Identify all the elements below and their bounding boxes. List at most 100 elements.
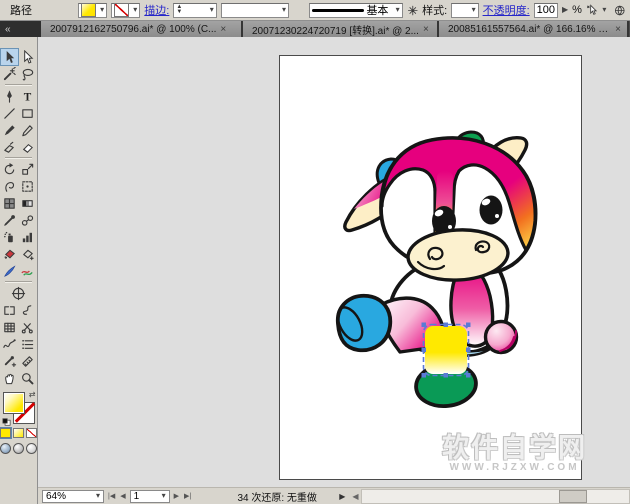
opacity-panel-link[interactable]: 不透明度: bbox=[483, 2, 530, 18]
none-mode-button[interactable] bbox=[26, 428, 37, 438]
type-tool[interactable]: T bbox=[19, 88, 36, 104]
symbol-sprayer-tool[interactable] bbox=[1, 229, 18, 245]
measure-tool[interactable] bbox=[1, 353, 18, 369]
stroke-color-dropdown[interactable]: ▾ bbox=[111, 3, 140, 18]
eyedropper-tool[interactable] bbox=[1, 212, 18, 228]
rotate-view-tool[interactable] bbox=[10, 285, 27, 301]
stroke-panel-link[interactable]: 描边: bbox=[144, 2, 169, 18]
squiggle-chart-tool[interactable] bbox=[1, 336, 18, 352]
opacity-popup-icon[interactable]: ▶ bbox=[562, 6, 568, 14]
tab-label: 2007912162750796.ai* @ 100% (C... bbox=[50, 24, 216, 35]
scrollbar-thumb[interactable] bbox=[559, 490, 587, 503]
slice-selection-tool[interactable] bbox=[19, 302, 36, 318]
squiggle-icon bbox=[2, 337, 17, 352]
default-fill-stroke-icon[interactable] bbox=[2, 418, 11, 426]
close-icon[interactable]: × bbox=[423, 24, 429, 35]
align-list-tool[interactable] bbox=[19, 336, 36, 352]
rectangle-tool[interactable] bbox=[19, 105, 36, 121]
free-transform-tool[interactable] bbox=[19, 178, 36, 194]
fill-proxy-swatch[interactable] bbox=[3, 392, 25, 414]
scroll-left-icon[interactable]: ◀ bbox=[350, 492, 360, 501]
paint-bucket-icon bbox=[2, 247, 17, 262]
hand-tool[interactable] bbox=[1, 370, 18, 386]
live-paint-bucket-tool[interactable] bbox=[1, 246, 18, 262]
stroke-none-swatch-icon bbox=[114, 3, 129, 17]
graphic-style-combo[interactable]: ▾ bbox=[451, 3, 478, 18]
paintbrush-tool[interactable] bbox=[1, 122, 18, 138]
document-tab-1[interactable]: 2007912162750796.ai* @ 100% (C... × bbox=[41, 21, 243, 37]
live-paint-selection-tool[interactable] bbox=[19, 246, 36, 262]
close-icon[interactable]: × bbox=[220, 24, 226, 35]
spray-can-icon bbox=[2, 230, 17, 245]
document-canvas[interactable]: 软件自学网 WWW.RJZXW.COM bbox=[38, 37, 630, 487]
stroke-weight-combo[interactable]: ▲ ▼ ▾ bbox=[173, 3, 216, 18]
hand-icon bbox=[2, 371, 17, 386]
selection-tool[interactable] bbox=[1, 49, 18, 65]
spinner-down-icon[interactable]: ▼ bbox=[176, 10, 182, 15]
brush-stroke-preview-icon bbox=[312, 9, 364, 12]
pencil-tool[interactable] bbox=[19, 122, 36, 138]
knife-tool[interactable] bbox=[1, 263, 18, 279]
paint-selection-icon bbox=[20, 247, 35, 262]
screen-mode-fullscreen-button[interactable] bbox=[26, 443, 37, 454]
selection-arrow-icon bbox=[2, 50, 17, 65]
pen-tool[interactable] bbox=[1, 88, 18, 104]
screen-mode-fullscreen-menu-button[interactable] bbox=[13, 443, 24, 454]
lasso-tool[interactable] bbox=[19, 66, 36, 82]
ruler-tool[interactable] bbox=[19, 353, 36, 369]
direct-selection-tool[interactable] bbox=[19, 49, 36, 65]
horizontal-scrollbar[interactable]: ◀ bbox=[350, 488, 630, 504]
cow-illustration bbox=[280, 56, 581, 479]
magic-wand-tool[interactable] bbox=[1, 66, 18, 82]
column-graph-tool[interactable] bbox=[19, 229, 36, 245]
control-bar: 路径 ▾ ▾ 描边: ▲ ▼ ▾ ▾ 基本 ▾ 样式: ▾ 不透明度: 100 … bbox=[0, 0, 630, 21]
percent-sign: % bbox=[572, 4, 582, 16]
close-icon[interactable]: × bbox=[615, 24, 621, 35]
line-segment-tool[interactable] bbox=[1, 105, 18, 121]
warp-tool[interactable] bbox=[1, 178, 18, 194]
rotate-icon bbox=[2, 162, 17, 177]
eyedropper-plus-icon bbox=[2, 354, 17, 369]
scissors-tool[interactable] bbox=[19, 319, 36, 335]
document-tab-2[interactable]: 20071230224720719 [转换].ai* @ 2... × bbox=[243, 21, 439, 37]
select-similar-icon[interactable] bbox=[586, 3, 598, 17]
dock-collapse-button[interactable]: « bbox=[0, 21, 41, 37]
stroke-weight-spinner[interactable]: ▲ ▼ bbox=[176, 5, 182, 15]
zoom-level-combo[interactable]: 64% ▾ bbox=[42, 490, 104, 503]
type-icon: T bbox=[20, 89, 35, 104]
document-tab-3[interactable]: 20085161557564.ai* @ 166.16% (C... × bbox=[439, 21, 629, 37]
first-page-button[interactable]: |◀ bbox=[107, 492, 116, 500]
status-flyout-icon[interactable]: ▶ bbox=[339, 492, 345, 501]
blend-tool[interactable] bbox=[19, 212, 36, 228]
fill-color-dropdown[interactable]: ▾ bbox=[78, 3, 107, 18]
color-mode-button[interactable] bbox=[0, 428, 11, 438]
page-number-combo[interactable]: 1 ▾ bbox=[130, 490, 170, 503]
zoom-tool[interactable] bbox=[19, 370, 36, 386]
variable-width-profile-combo[interactable]: ▾ bbox=[221, 3, 289, 18]
swap-fill-stroke-icon[interactable]: ⇄ bbox=[29, 390, 36, 399]
next-page-button[interactable]: ▶ bbox=[173, 492, 180, 500]
prev-page-button[interactable]: ◀ bbox=[119, 492, 126, 500]
rotate-tool[interactable] bbox=[1, 161, 18, 177]
chevron-down-icon[interactable]: ▾ bbox=[602, 6, 606, 14]
table-grid-tool[interactable] bbox=[1, 319, 18, 335]
bridge-globe-icon[interactable] bbox=[614, 4, 626, 17]
scrollbar-track[interactable] bbox=[361, 489, 630, 504]
brush-definition-combo[interactable]: 基本 ▾ bbox=[309, 3, 402, 18]
last-page-button[interactable]: ▶| bbox=[183, 492, 192, 500]
rectangle-icon bbox=[20, 106, 35, 121]
reshape-tool[interactable] bbox=[19, 263, 36, 279]
gradient-mode-button[interactable] bbox=[13, 428, 24, 438]
eraser-tool[interactable] bbox=[19, 139, 36, 155]
blob-brush-icon bbox=[2, 140, 17, 155]
screen-mode-normal-button[interactable] bbox=[0, 443, 11, 454]
recolor-artwork-icon[interactable] bbox=[407, 4, 419, 17]
gradient-tool[interactable] bbox=[19, 195, 36, 211]
chevron-down-icon: ▾ bbox=[100, 6, 104, 14]
slice-tool[interactable] bbox=[1, 302, 18, 318]
mesh-tool[interactable] bbox=[1, 195, 18, 211]
opacity-value-input[interactable]: 100 bbox=[534, 3, 558, 18]
scale-tool[interactable] bbox=[19, 161, 36, 177]
artboard-page[interactable]: 软件自学网 WWW.RJZXW.COM bbox=[279, 55, 582, 480]
blob-brush-tool[interactable] bbox=[1, 139, 18, 155]
